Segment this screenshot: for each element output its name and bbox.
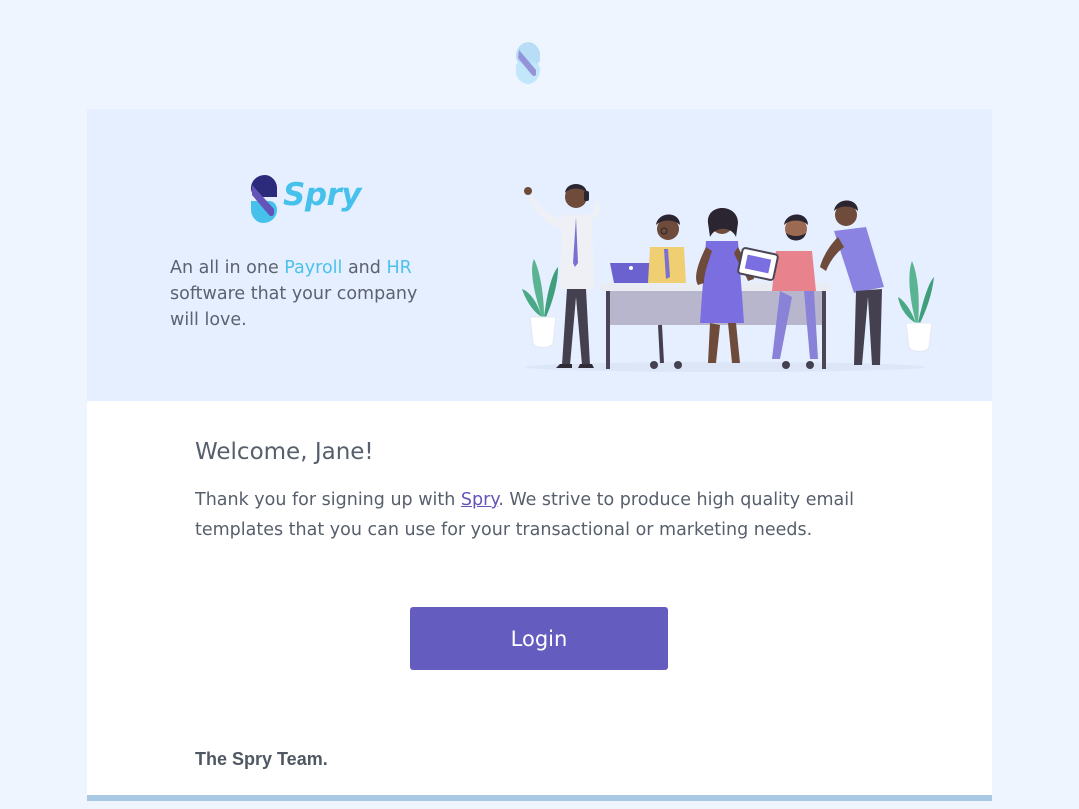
spry-logo-icon — [516, 42, 540, 84]
spry-link[interactable]: Spry — [461, 490, 498, 510]
tagline-text-2: and — [342, 258, 387, 278]
email-content: Welcome, Jane! Thank you for signing up … — [195, 437, 895, 545]
login-button[interactable]: Login — [410, 607, 668, 670]
tagline-hr: HR — [386, 258, 412, 278]
tagline-payroll: Payroll — [284, 258, 343, 278]
bottom-divider — [87, 795, 992, 801]
hero-banner: Spry An all in one Payroll and HR softwa… — [87, 109, 992, 401]
tagline-text-1: An all in one — [170, 258, 285, 278]
spry-mark-icon — [251, 175, 277, 223]
brand-name: Spry — [283, 177, 362, 213]
message-text-1: Thank you for signing up with — [195, 490, 461, 510]
welcome-message: Thank you for signing up with Spry. We s… — [195, 485, 885, 545]
email-card: Spry An all in one Payroll and HR softwa… — [87, 109, 992, 801]
left-plant — [522, 259, 558, 348]
team-office-illustration — [522, 184, 934, 372]
welcome-heading: Welcome, Jane! — [195, 439, 374, 465]
right-plant — [898, 261, 934, 352]
brand-logo: Spry — [249, 173, 362, 225]
leaning-man — [820, 200, 884, 365]
tagline-text-3: software that your company will love. — [170, 284, 418, 330]
signoff: The Spry Team. — [195, 749, 328, 769]
hero-tagline: An all in one Payroll and HR software th… — [170, 255, 450, 333]
